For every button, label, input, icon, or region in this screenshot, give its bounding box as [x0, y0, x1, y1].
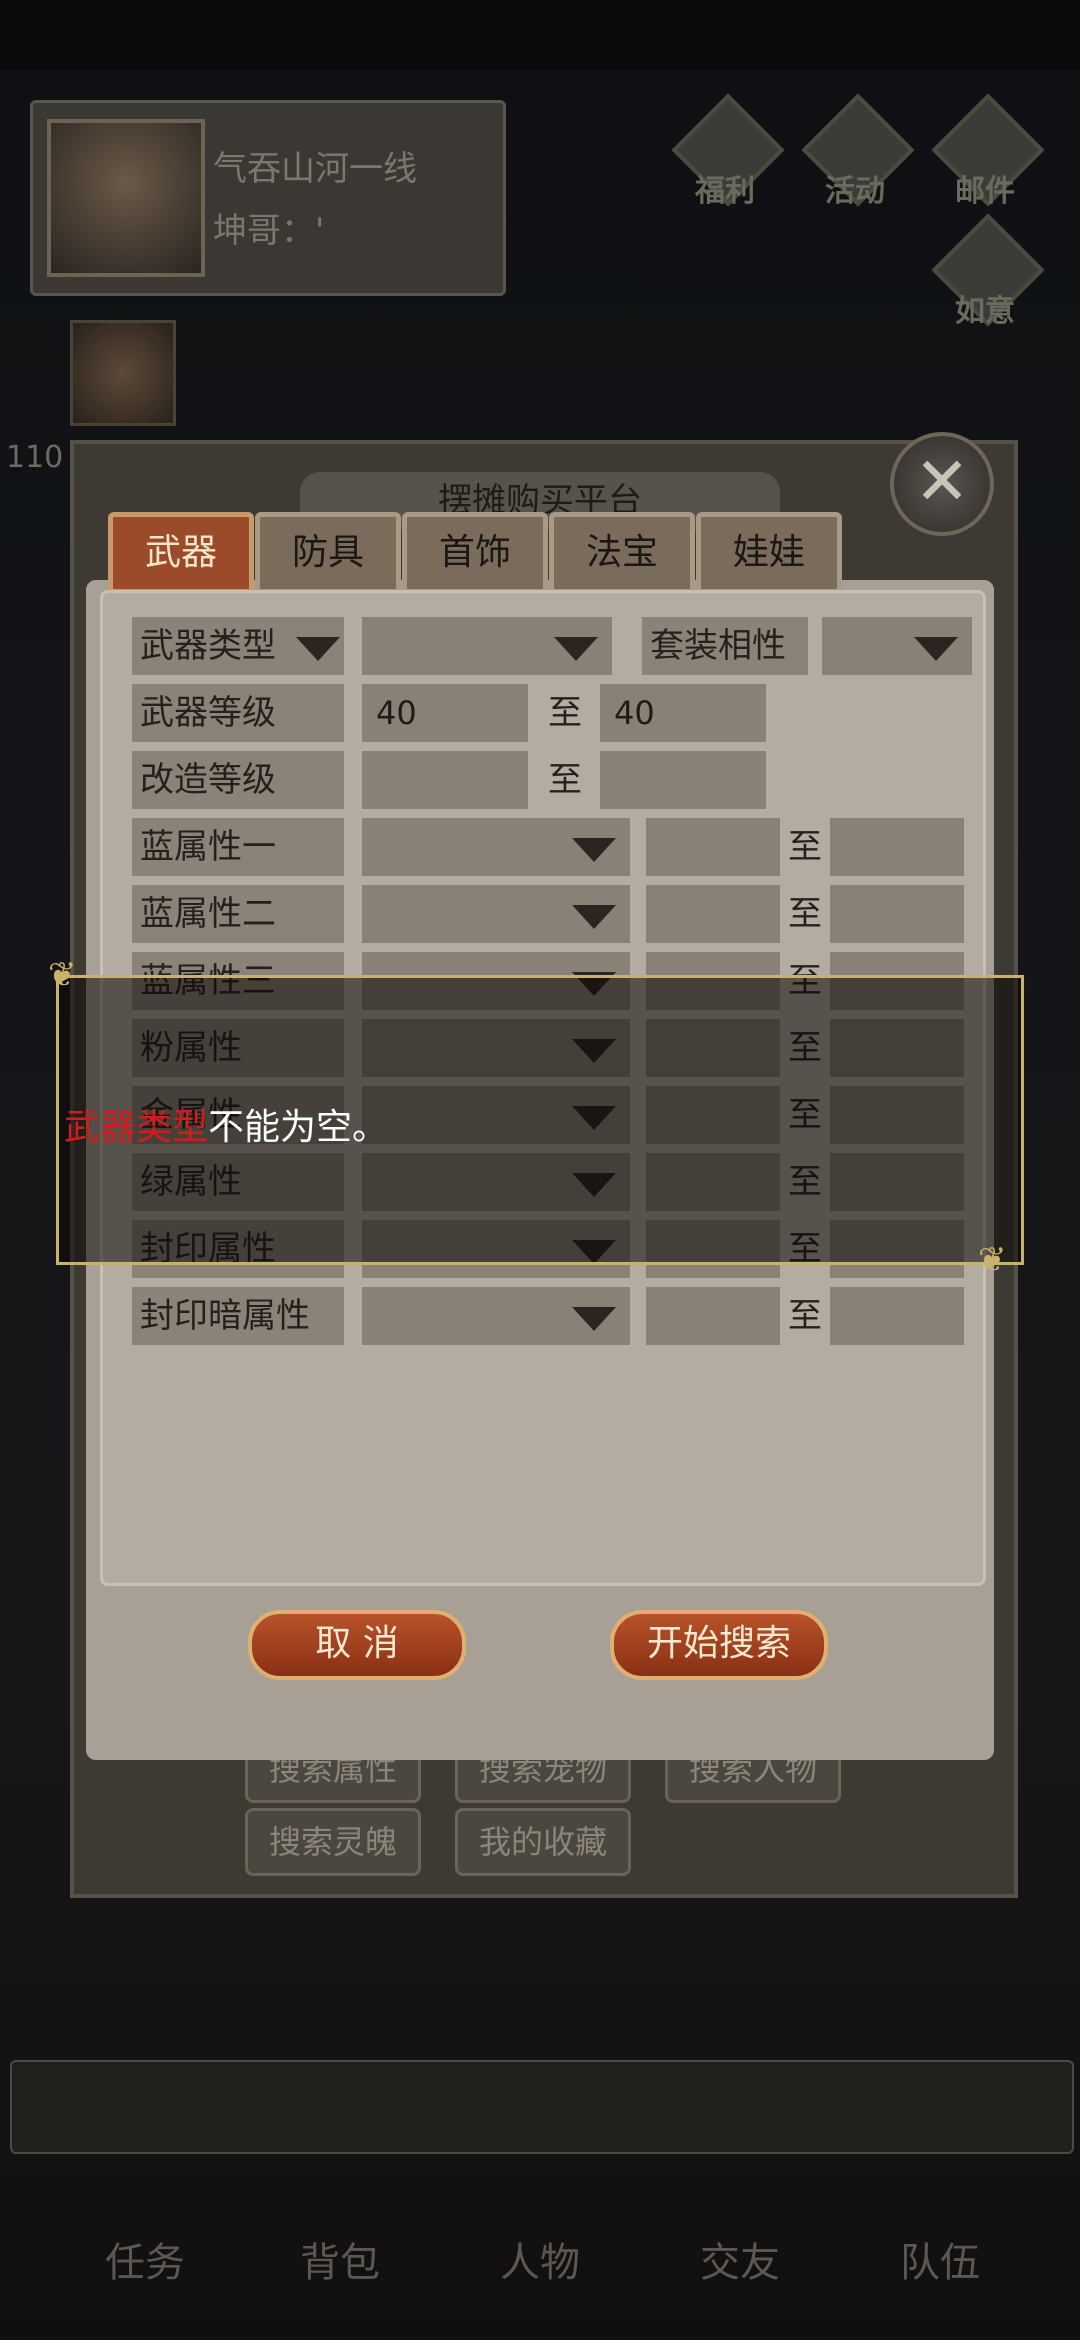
nav-character[interactable]: 人物: [465, 2230, 615, 2288]
toast-highlight: 武器类型: [64, 1107, 209, 1148]
nav-friends[interactable]: 交友: [665, 2230, 815, 2288]
corner-ornament-icon: ❦: [48, 955, 77, 995]
chat-bar[interactable]: [10, 2060, 1074, 2154]
toast-text: 不能为空。: [208, 1107, 389, 1148]
nav-task[interactable]: 任务: [70, 2230, 220, 2288]
corner-ornament-icon: ❦: [978, 1240, 1007, 1280]
nav-bag[interactable]: 背包: [265, 2230, 415, 2288]
toast-message: 武器类型不能为空。: [64, 1098, 388, 1150]
nav-team[interactable]: 队伍: [865, 2230, 1015, 2288]
